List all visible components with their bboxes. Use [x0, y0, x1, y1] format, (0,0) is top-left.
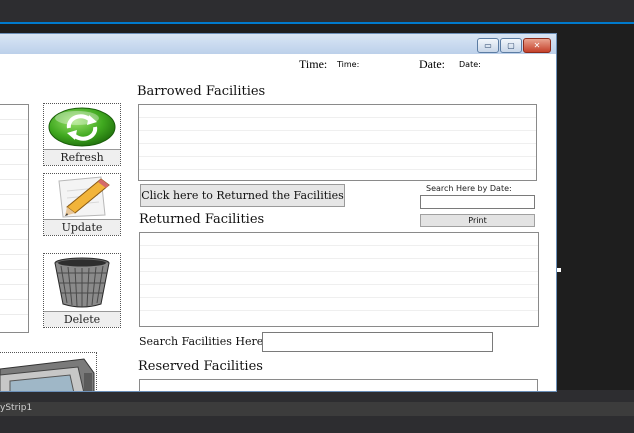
pencil-paper-icon: [44, 174, 120, 219]
date-value: Date:: [459, 60, 481, 69]
time-value: Time:: [337, 60, 360, 69]
scanner-image: [0, 352, 97, 391]
minimize-button[interactable]: ▭: [477, 38, 499, 53]
refresh-arrows-icon: [44, 104, 120, 149]
reserved-facilities-heading: Reserved Facilities: [138, 359, 263, 374]
component-tray: [0, 402, 634, 416]
returned-facilities-heading: Returned Facilities: [139, 212, 265, 227]
refresh-button[interactable]: Refresh: [43, 103, 121, 166]
print-button[interactable]: Print: [420, 214, 535, 227]
returned-facilities-grid[interactable]: [139, 232, 539, 327]
reserved-facilities-grid[interactable]: [139, 379, 538, 391]
close-button[interactable]: ✕: [523, 38, 551, 53]
refresh-label: Refresh: [44, 149, 120, 165]
ide-right-panel: [557, 24, 634, 390]
search-by-date-input[interactable]: [420, 195, 535, 209]
date-label: Date:: [419, 57, 445, 71]
delete-button[interactable]: Delete: [43, 253, 121, 328]
update-button[interactable]: Update: [43, 173, 121, 236]
borrowed-facilities-grid[interactable]: [138, 104, 537, 181]
trash-bin-icon: [44, 254, 120, 311]
return-facilities-button[interactable]: Click here to Returned the Facilities: [140, 184, 345, 207]
resize-handle[interactable]: [557, 268, 561, 272]
search-facilities-label: Search Facilities Here:: [139, 335, 267, 348]
borrowed-facilities-heading: Barrowed Facilities: [137, 84, 266, 99]
facility-list[interactable]: [0, 104, 29, 333]
search-facilities-input[interactable]: [262, 332, 493, 352]
maximize-button[interactable]: ▢: [500, 38, 522, 53]
ide-top-bar: [0, 0, 634, 24]
title-bar: ▭ ▢ ✕: [0, 34, 556, 54]
time-label: Time:: [299, 57, 328, 71]
form-window: ▭ ▢ ✕ Time: Time: Date: Date: Refresh Up…: [0, 33, 557, 392]
update-label: Update: [44, 219, 120, 235]
component-tray-item[interactable]: yStrip1: [0, 403, 32, 413]
delete-label: Delete: [44, 311, 120, 327]
search-by-date-label: Search Here by Date:: [426, 184, 512, 193]
window-controls: ▭ ▢ ✕: [476, 38, 551, 53]
